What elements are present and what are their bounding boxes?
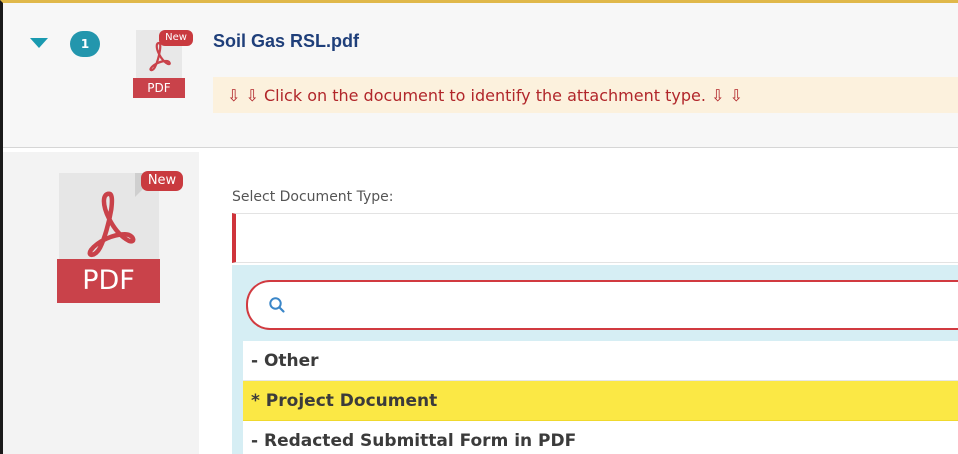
acrobat-icon	[87, 191, 136, 258]
dropdown-option-project-document[interactable]: * Project Document	[243, 381, 958, 421]
pdf-file-icon[interactable]: New PDF	[57, 171, 187, 306]
document-type-label: Select Document Type:	[232, 189, 394, 205]
attachment-filename[interactable]: Soil Gas RSL.pdf	[213, 31, 359, 52]
search-icon	[269, 297, 285, 313]
document-type-select[interactable]	[232, 213, 958, 263]
attachment-header: 1 New PDF Soil Gas RSL.pdf ⇩ ⇩ Click on …	[3, 3, 958, 148]
file-type-label: PDF	[57, 259, 160, 303]
file-type-label: PDF	[133, 78, 185, 98]
dropdown-search-box[interactable]	[246, 280, 958, 330]
dropdown-options: - Other * Project Document - Redacted Su…	[243, 341, 958, 454]
new-badge: New	[159, 30, 193, 46]
dropdown-option-other[interactable]: - Other	[243, 341, 958, 381]
dropdown-search-input[interactable]	[294, 290, 934, 320]
chevron-down-icon[interactable]	[30, 38, 48, 48]
instruction-banner: ⇩ ⇩ Click on the document to identify th…	[213, 77, 958, 113]
pdf-file-icon[interactable]: New PDF	[133, 30, 193, 100]
new-badge: New	[141, 171, 183, 191]
attachment-index-badge: 1	[70, 31, 100, 57]
attachment-card: 1 New PDF Soil Gas RSL.pdf ⇩ ⇩ Click on …	[0, 0, 958, 454]
dropdown-option-redacted-submittal-form[interactable]: - Redacted Submittal Form in PDF	[243, 421, 958, 454]
document-type-dropdown: - Other * Project Document - Redacted Su…	[232, 265, 958, 454]
instruction-text: ⇩ ⇩ Click on the document to identify th…	[227, 85, 743, 105]
